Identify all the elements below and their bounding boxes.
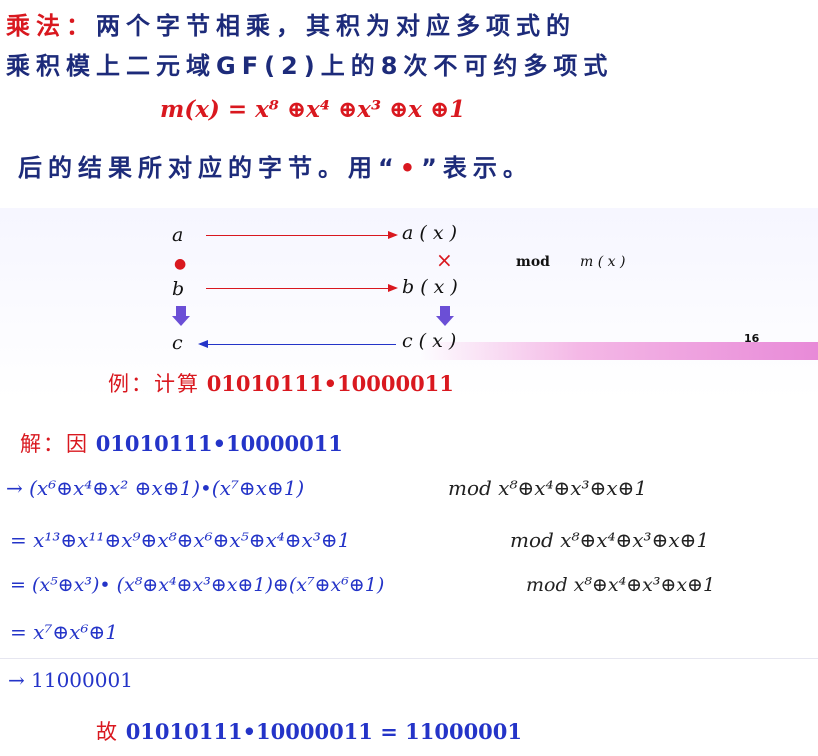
solution-expression: 01010111•10000011: [95, 431, 343, 456]
irreducible-polynomial-formula: m(x) = x⁸ ⊕x⁴ ⊕x³ ⊕x ⊕1: [160, 96, 466, 123]
step-2: = x¹³⊕x¹¹⊕x⁹⊕x⁸⊕x⁶⊕x⁵⊕x⁴⊕x³⊕1: [10, 528, 351, 552]
step-1-expression: → (x⁶⊕x⁴⊕x² ⊕x⊕1)•(x⁷⊕x⊕1): [6, 476, 305, 500]
definition-line-1: 乘法：两个字节相乘，其积为对应多项式的: [6, 6, 576, 41]
var-a: a: [172, 224, 184, 246]
mod-argument: m ( x ): [580, 254, 626, 270]
arrow-cx-to-c: [198, 340, 396, 348]
arrow-a-to-ax: [206, 231, 398, 239]
var-bx: b ( x ): [402, 276, 458, 298]
definition-text-1: 两个字节相乘，其积为对应多项式的: [96, 12, 576, 40]
definition-line-3: 后的结果所对应的字节。用“•”表示。: [18, 148, 533, 183]
step-4: = x⁷⊕x⁶⊕1: [10, 620, 118, 644]
step-1-mod: mod x⁸⊕x⁴⊕x³⊕x⊕1: [448, 476, 648, 500]
var-b: b: [172, 278, 185, 300]
page-number: 16: [744, 332, 760, 345]
step-1: → (x⁶⊕x⁴⊕x² ⊕x⊕1)•(x⁷⊕x⊕1): [6, 476, 304, 500]
step-5: → 11000001: [8, 668, 133, 692]
down-arrow-right-icon: [436, 306, 454, 326]
conclusion-expression: 01010111•10000011 = 11000001: [125, 719, 523, 744]
arrow-b-to-bx: [206, 284, 398, 292]
solution-line: 解：因 01010111•10000011: [20, 428, 343, 458]
var-ax: a ( x ): [402, 222, 457, 244]
conclusion-line: 故 01010111•10000011 = 11000001: [96, 716, 522, 746]
var-c: c: [172, 332, 183, 354]
step-3: = (x⁵⊕x³)• (x⁸⊕x⁴⊕x³⊕x⊕1)⊕(x⁷⊕x⁶⊕1): [10, 574, 385, 596]
definition-text-3-suffix: ”表示。: [421, 154, 533, 182]
down-arrow-left-icon: [172, 306, 190, 326]
times-icon: ×: [436, 248, 453, 272]
step-2-mod: mod x⁸⊕x⁴⊕x³⊕x⊕1: [510, 528, 710, 552]
example-slide: a a ( x ) ● × mod m ( x ) b b ( x ) c c …: [0, 208, 818, 756]
example-label: 例：计算: [108, 372, 200, 396]
mod-label: mod: [516, 254, 550, 270]
definition-slide: 乘法：两个字节相乘，其积为对应多项式的 乘积模上二元域GF(2)上的8次不可约多…: [0, 0, 818, 208]
definition-line-2: 乘积模上二元域GF(2)上的8次不可约多项式: [6, 52, 614, 80]
solution-label: 解：因: [20, 432, 89, 456]
bullet-icon: ●: [174, 256, 187, 272]
multiplication-label: 乘法：: [6, 12, 96, 40]
var-cx: c ( x ): [402, 330, 457, 352]
definition-text-3-prefix: 后的结果所对应的字节。用“: [18, 154, 400, 182]
multiplication-diagram: a a ( x ) ● × mod m ( x ) b b ( x ) c c …: [0, 208, 818, 358]
example-line: 例：计算 01010111•10000011: [108, 368, 454, 398]
step-3-mod: mod x⁸⊕x⁴⊕x³⊕x⊕1: [526, 574, 716, 596]
conclusion-label: 故: [96, 720, 119, 744]
divider: [0, 658, 818, 659]
bullet-symbol: •: [399, 154, 422, 182]
example-expression: 01010111•10000011: [206, 371, 454, 396]
